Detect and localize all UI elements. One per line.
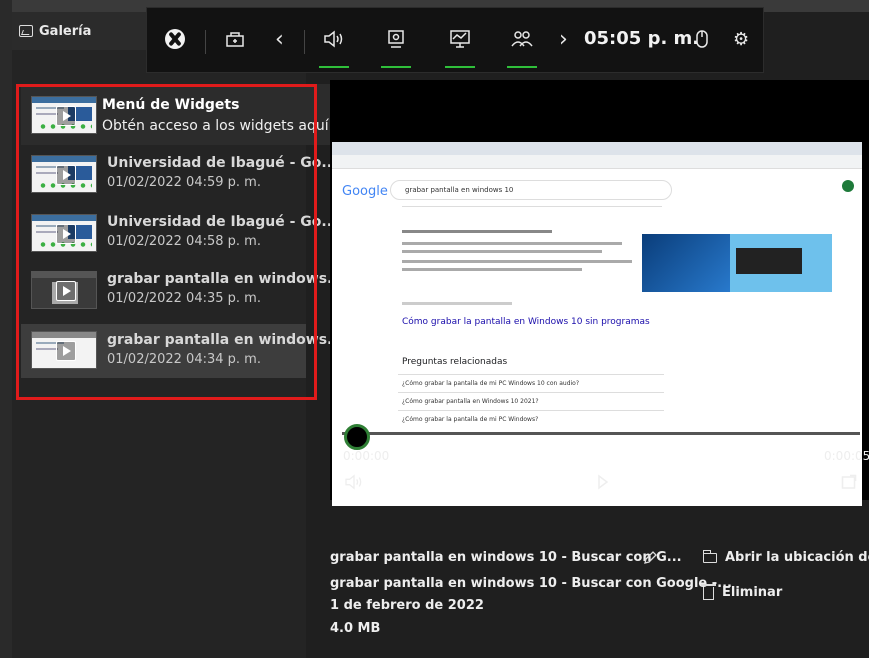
pencil-icon: [644, 551, 657, 564]
capture-icon: [388, 30, 404, 48]
capture-item-selected[interactable]: grabar pantalla en windows... 01/02/2022…: [21, 324, 343, 378]
browser-address-bar: [332, 155, 862, 169]
settings-button[interactable]: ⚙: [733, 22, 749, 56]
play-icon: [56, 281, 76, 301]
seek-handle[interactable]: [344, 424, 370, 450]
delete-label: Eliminar: [722, 585, 783, 600]
capture-thumbnail: [31, 155, 97, 193]
play-icon: [56, 106, 76, 126]
capture-title: grabar pantalla en windows...: [107, 271, 344, 287]
social-icon: [511, 31, 533, 47]
seek-bar[interactable]: [342, 432, 860, 435]
google-logo: Google: [342, 184, 388, 199]
next-button[interactable]: ›: [559, 22, 568, 56]
edit-name-button[interactable]: [642, 550, 658, 570]
search-box: grabar pantalla en windows 10: [390, 180, 672, 200]
gear-icon: ⚙: [733, 28, 750, 50]
widget-menu-subtitle: Obtén acceso a los widgets aquí: [102, 118, 329, 134]
capture-date: 01/02/2022 04:58 p. m.: [107, 234, 261, 249]
browser-tabs: [332, 142, 862, 155]
capture-item[interactable]: grabar pantalla en windows... 01/02/2022…: [31, 268, 343, 318]
capture-title: Universidad de Ibagué - Go...: [107, 214, 338, 230]
result-image: [642, 234, 744, 292]
widget-menu-title: Menú de Widgets: [102, 97, 240, 113]
gallery-title: Galería: [39, 23, 92, 39]
speaker-icon: [324, 30, 343, 48]
related-question: ¿Cómo grabar pantalla en Windows 10 2021…: [402, 398, 539, 405]
capture-thumbnail: [31, 271, 97, 309]
play-icon: [56, 165, 76, 185]
capture-date: 01/02/2022 04:34 p. m.: [107, 352, 261, 367]
mouse-icon: [696, 30, 708, 48]
capture-date: 01/02/2022 04:59 p. m.: [107, 175, 261, 190]
gallery-icon: [19, 25, 33, 37]
play-icon: [56, 341, 76, 361]
result-link: Cómo grabar la pantalla en Windows 10 si…: [402, 317, 650, 327]
game-bar: ‹ › 05:05 p. m. ⚙: [146, 7, 764, 73]
divider: [304, 30, 305, 54]
delete-button[interactable]: Eliminar: [701, 584, 783, 600]
speaker-icon: [345, 474, 362, 490]
widget-store-button[interactable]: [225, 22, 245, 56]
play-icon: [598, 474, 609, 490]
capture-thumbnail: [31, 214, 97, 252]
capture-title: Universidad de Ibagué - Go...: [107, 155, 338, 171]
chevron-right-icon: ›: [559, 26, 568, 52]
related-title: Preguntas relacionadas: [402, 357, 508, 367]
performance-icon: [450, 30, 470, 48]
capture-name: grabar pantalla en windows 10 - Buscar c…: [330, 550, 682, 565]
volume-button[interactable]: [344, 474, 364, 494]
expand-icon: [841, 474, 857, 489]
open-location-button[interactable]: Abrir la ubicación de...: [702, 549, 869, 565]
capture-thumbnail: [31, 331, 97, 369]
performance-widget-button[interactable]: [443, 22, 477, 68]
profile-avatar: [842, 180, 854, 192]
capture-date-detail: 1 de febrero de 2022: [330, 598, 484, 613]
capture-item[interactable]: Universidad de Ibagué - Go... 01/02/2022…: [31, 152, 337, 202]
widget-menu-thumbnail: [31, 96, 97, 134]
xbox-icon: [165, 29, 185, 49]
clock: 05:05 p. m.: [584, 28, 700, 49]
capture-item[interactable]: Universidad de Ibagué - Go... 01/02/2022…: [31, 211, 337, 261]
video-player[interactable]: Google grabar pantalla en windows 10 Cóm…: [330, 80, 869, 506]
chevron-left-icon: ‹: [275, 26, 284, 52]
widget-store-icon: [226, 32, 244, 47]
capture-date: 01/02/2022 04:35 p. m.: [107, 291, 261, 306]
video-frame: Google grabar pantalla en windows 10 Cóm…: [332, 142, 862, 506]
desktop-background-left: [0, 0, 12, 658]
capture-title: grabar pantalla en windows...: [107, 332, 344, 348]
folder-icon: [702, 549, 717, 563]
audio-widget-button[interactable]: [317, 22, 351, 68]
time-elapsed: 0:00:00: [343, 449, 390, 463]
social-widget-button[interactable]: [505, 22, 539, 68]
expand-button[interactable]: [841, 474, 857, 494]
related-question: ¿Cómo grabar la pantalla de mi PC Window…: [402, 380, 580, 387]
previous-button[interactable]: ‹: [275, 22, 284, 56]
open-location-label: Abrir la ubicación de...: [725, 550, 869, 565]
trash-icon: [701, 584, 716, 600]
divider: [205, 30, 206, 54]
related-question: ¿Cómo grabar la pantalla de mi PC Window…: [402, 416, 539, 423]
result-image: [730, 234, 832, 292]
xbox-button[interactable]: [165, 22, 185, 56]
mouse-button[interactable]: [695, 22, 709, 56]
capture-size: 4.0 MB: [330, 621, 381, 636]
capture-full-title: grabar pantalla en windows 10 - Buscar c…: [330, 576, 732, 591]
time-total: 0:00:05: [824, 449, 869, 463]
play-icon: [56, 224, 76, 244]
play-button[interactable]: [597, 474, 609, 494]
capture-widget-button[interactable]: [379, 22, 413, 68]
